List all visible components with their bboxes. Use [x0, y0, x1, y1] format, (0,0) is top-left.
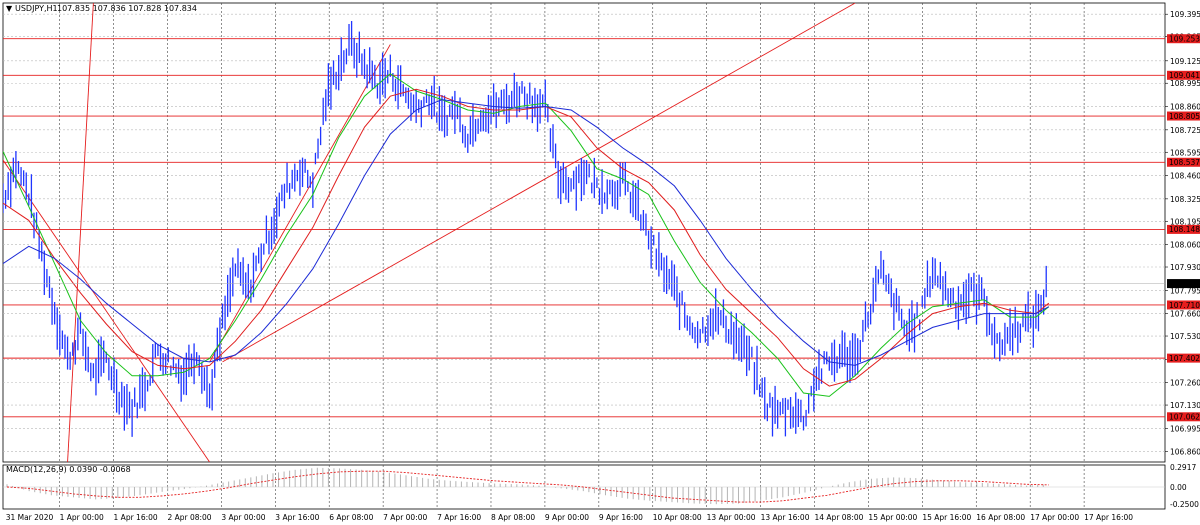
y-tick-label: 109.125	[1170, 57, 1200, 66]
x-tick-label: 13 Apr 00:00	[707, 513, 756, 522]
trading-chart: ▼ USDJPY,H1 107.835 107.836 107.828 107.…	[2, 2, 1200, 522]
ma-mid-line	[3, 88, 1050, 387]
y-tick-label: 108.595	[1170, 148, 1200, 157]
x-tick-label: 6 Apr 08:00	[329, 513, 373, 522]
y-tick-label: 107.260	[1170, 379, 1200, 388]
y-tick-label: 107.930	[1170, 263, 1200, 272]
current-price-label: 107.834	[1169, 279, 1200, 288]
y-tick-label: 108.995	[1170, 79, 1200, 88]
y-tick-label: 108.725	[1170, 126, 1200, 135]
y-tick-label: 106.860	[1170, 448, 1200, 457]
trendline	[209, 44, 391, 363]
x-tick-label: 7 Apr 16:00	[437, 513, 481, 522]
x-tick-label: 13 Apr 16:00	[761, 513, 810, 522]
symbol-dropdown-arrow[interactable]: ▼	[6, 4, 13, 13]
y-tick-label: 107.660	[1170, 310, 1200, 319]
x-tick-label: 31 Mar 2020	[6, 513, 54, 522]
y-tick-label: 106.995	[1170, 424, 1200, 433]
x-tick-label: 17 Apr 00:00	[1030, 513, 1079, 522]
y-tick-label: 108.325	[1170, 195, 1200, 204]
x-tick-label: 1 Apr 00:00	[60, 513, 104, 522]
ma-slow-line	[3, 99, 1050, 366]
y-tick-label: 108.460	[1170, 172, 1200, 181]
macd-y-tick-label: -0.2500	[1170, 500, 1199, 509]
macd-label: MACD(12,26,9) 0.0390 -0.0068	[6, 465, 131, 474]
macd-y-tick-label: 0.00	[1170, 483, 1187, 492]
x-tick-label: 15 Apr 16:00	[922, 513, 971, 522]
quote-label: 107.835 107.836 107.828 107.834	[57, 4, 197, 13]
y-tick-label: 107.530	[1170, 332, 1200, 341]
main-plot-area	[3, 3, 1050, 462]
x-tick-label: 1 Apr 16:00	[114, 513, 158, 522]
level-tag-label: 107.062	[1169, 413, 1200, 422]
level-tag-label: 108.537	[1169, 158, 1200, 167]
x-tick-label: 17 Apr 16:00	[1084, 513, 1133, 522]
level-tag-label: 108.148	[1169, 225, 1200, 234]
level-tag-label: 109.041	[1169, 71, 1200, 80]
y-tick-label: 107.130	[1170, 401, 1200, 410]
level-tag-label: 109.253	[1169, 35, 1200, 44]
level-tag-label: 107.402	[1169, 354, 1200, 363]
main-plot-frame	[2, 2, 1166, 463]
y-tick-label: 109.395	[1170, 10, 1200, 19]
x-tick-label: 14 Apr 08:00	[815, 513, 864, 522]
level-tag-label: 108.805	[1169, 112, 1200, 121]
y-tick-label: 108.860	[1170, 103, 1200, 112]
level-tag-label: 107.710	[1169, 301, 1200, 310]
x-tick-label: 7 Apr 00:00	[383, 513, 427, 522]
x-tick-label: 16 Apr 08:00	[976, 513, 1025, 522]
macd-y-tick-label: 0.2917	[1170, 463, 1196, 472]
symbol-label: USDJPY,H1	[15, 4, 58, 13]
y-tick-label: 108.060	[1170, 241, 1200, 250]
x-tick-label: 9 Apr 00:00	[545, 513, 589, 522]
trendline	[222, 3, 856, 363]
x-tick-label: 2 Apr 08:00	[167, 513, 211, 522]
x-tick-label: 9 Apr 16:00	[599, 513, 643, 522]
x-tick-label: 8 Apr 08:00	[491, 513, 535, 522]
x-tick-label: 3 Apr 16:00	[275, 513, 319, 522]
x-tick-label: 10 Apr 08:00	[653, 513, 702, 522]
trendline	[67, 3, 94, 462]
x-tick-label: 3 Apr 00:00	[221, 513, 265, 522]
x-tick-label: 15 Apr 00:00	[868, 513, 917, 522]
